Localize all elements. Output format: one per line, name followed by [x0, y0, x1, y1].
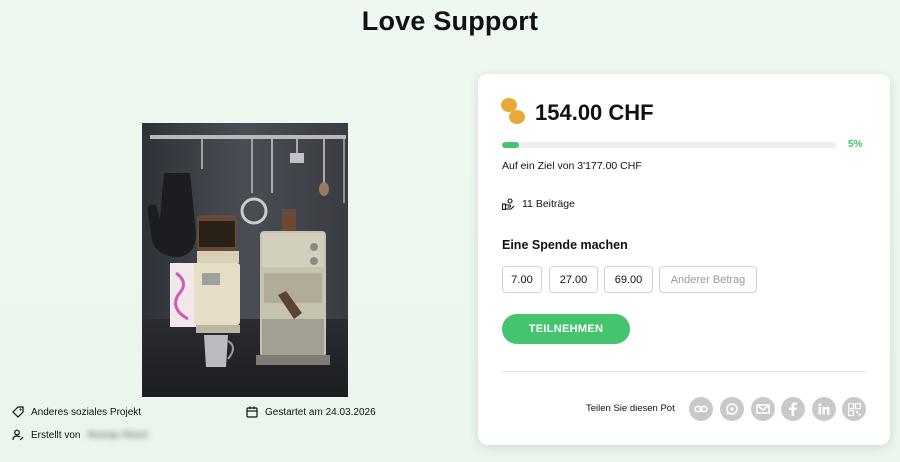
- creator-name[interactable]: Roman Rezni: [87, 430, 148, 441]
- category-label: Anderes soziales Projekt: [31, 406, 142, 418]
- progress-bar: [502, 142, 836, 148]
- facebook-icon[interactable]: [781, 397, 805, 421]
- participate-button[interactable]: TEILNEHMEN: [502, 314, 630, 344]
- qr-code-icon[interactable]: [842, 397, 866, 421]
- category-row: Anderes soziales Projekt: [12, 406, 141, 418]
- progress-bar-fill: [502, 142, 519, 148]
- hand-coins-icon: [502, 198, 515, 210]
- progress-percent: 5%: [848, 139, 863, 150]
- collected-amount: 154.00 CHF: [535, 100, 654, 125]
- started-row: Gestartet am 24.03.2026: [246, 406, 376, 418]
- divider: [502, 371, 866, 372]
- created-by-label: Erstellt von: [31, 429, 81, 441]
- goal-text: Auf ein Ziel von 3'177.00 CHF: [502, 160, 642, 172]
- other-amount-input[interactable]: Anderer Betrag: [659, 266, 757, 293]
- amount-option-69[interactable]: 69.00: [604, 266, 653, 293]
- share-label: Teilen Sie diesen Pot: [586, 403, 675, 414]
- project-photo: [142, 123, 348, 397]
- started-label: Gestartet am 24.03.2026: [265, 406, 376, 418]
- contributions-count: 11 Beiträge: [522, 198, 575, 210]
- user-edit-icon: [12, 429, 24, 441]
- coins-icon: [501, 98, 525, 124]
- tag-heart-icon: [12, 406, 24, 418]
- link-icon[interactable]: [689, 397, 713, 421]
- linkedin-icon[interactable]: [812, 397, 836, 421]
- donate-title: Eine Spende machen: [502, 238, 628, 252]
- contributions-row: 11 Beiträge: [502, 198, 575, 210]
- amount-option-27[interactable]: 27.00: [549, 266, 598, 293]
- calendar-icon: [246, 406, 258, 418]
- page-title: Love Support: [361, 6, 539, 36]
- amount-option-7[interactable]: 7.00: [502, 266, 542, 293]
- donation-card: 154.00 CHF 5% Auf ein Ziel von 3'177.00 …: [478, 74, 890, 445]
- creator-row: Erstellt von Roman Rezni: [12, 429, 148, 441]
- email-icon[interactable]: [751, 397, 775, 421]
- whatsapp-icon[interactable]: [720, 397, 744, 421]
